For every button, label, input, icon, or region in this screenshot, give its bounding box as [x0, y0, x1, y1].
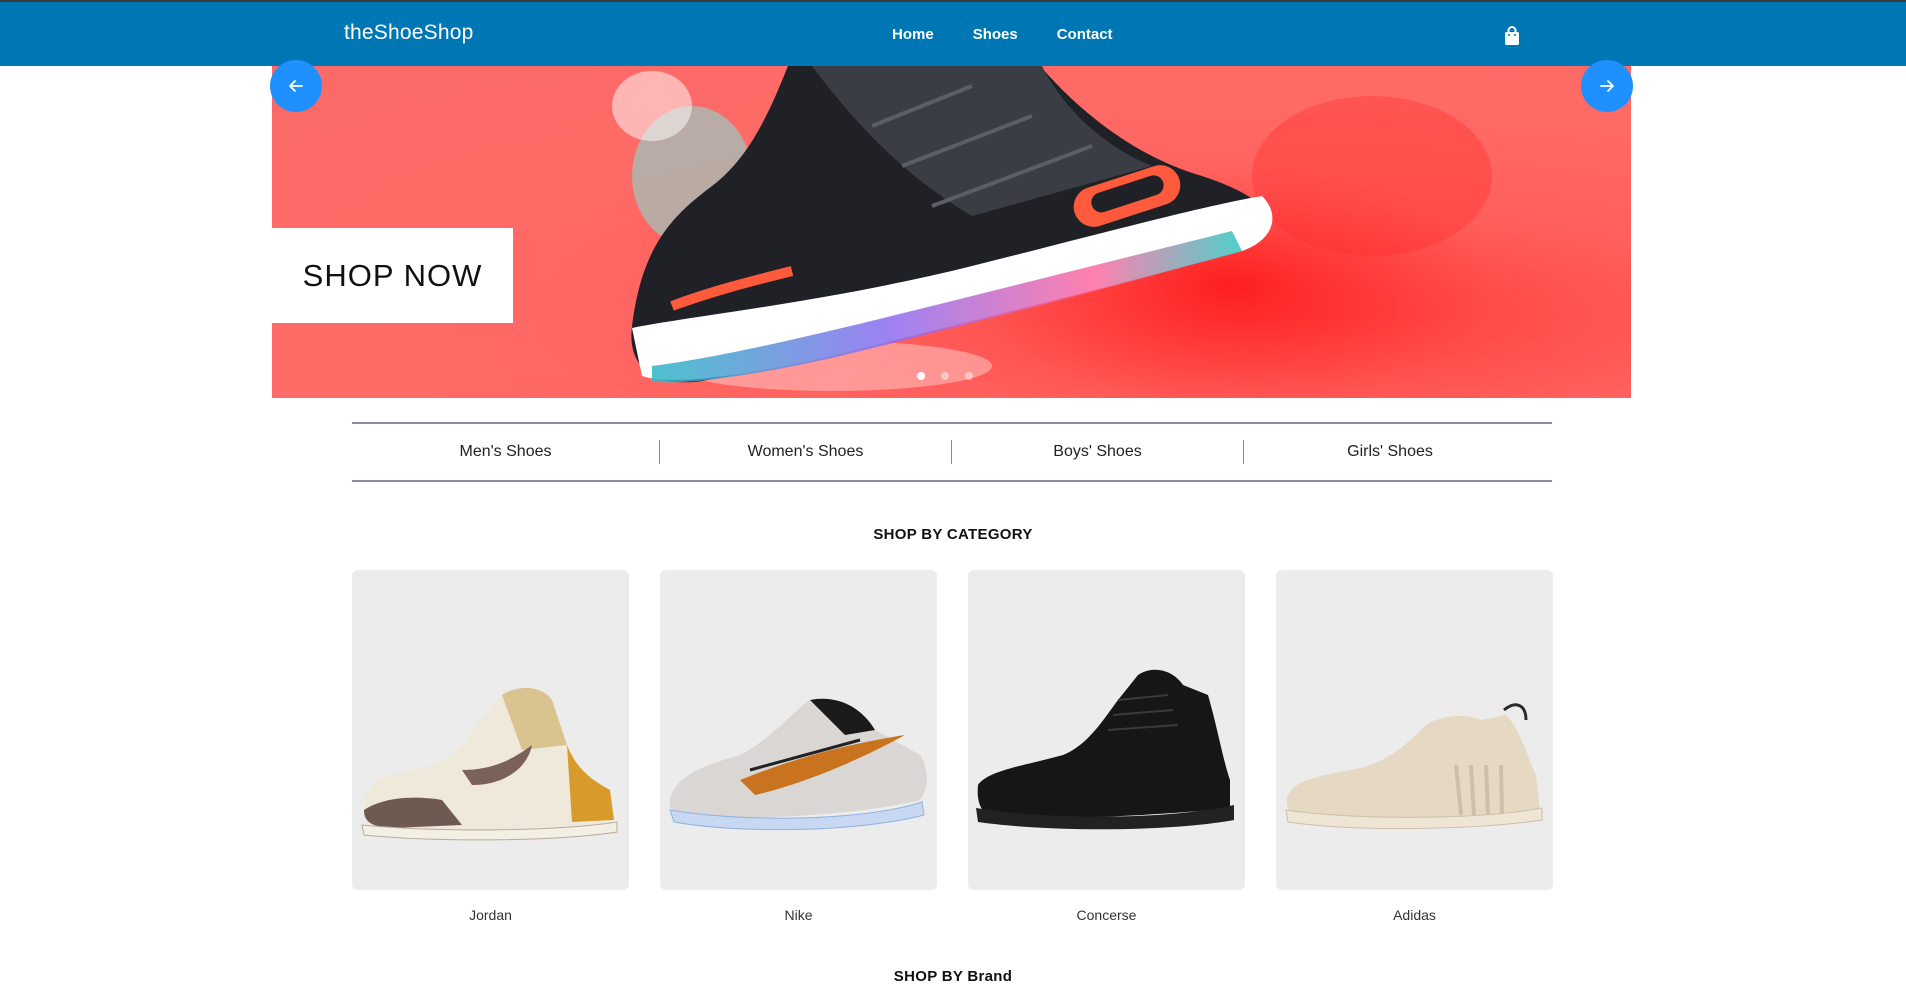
category-label-jordan: Jordan [469, 907, 512, 923]
main-nav: Home Shoes Contact [892, 26, 1152, 43]
carousel-prev-button[interactable] [270, 60, 322, 112]
category-bar: Men's Shoes Women's Shoes Boys' Shoes Gi… [352, 422, 1552, 482]
nav-link-home[interactable]: Home [892, 26, 934, 43]
navbar: theShoeShop Home Shoes Contact [0, 2, 1906, 66]
brand-logo[interactable]: theShoeShop [344, 21, 473, 45]
category-womens-shoes[interactable]: Women's Shoes [660, 440, 951, 464]
category-card-concerse[interactable] [968, 570, 1245, 890]
carousel-dots [917, 372, 973, 380]
jordan-shoe-image [361, 688, 618, 841]
shop-by-category-heading: SHOP BY CATEGORY [873, 526, 1033, 543]
category-mens-shoes[interactable]: Men's Shoes [352, 440, 659, 464]
hero-carousel: SHOP NOW [272, 66, 1631, 398]
category-label-concerse: Concerse [1076, 907, 1137, 923]
adidas-shoe-image [1285, 703, 1543, 830]
converse-shoe-image [976, 669, 1234, 830]
category-card-adidas[interactable] [1276, 570, 1553, 890]
nav-link-contact[interactable]: Contact [1057, 26, 1113, 43]
arrow-left-icon [289, 80, 303, 92]
category-card-jordan[interactable] [352, 570, 629, 890]
category-card-nike[interactable] [660, 570, 937, 890]
carousel-next-button[interactable] [1581, 60, 1633, 112]
shopping-bag-icon[interactable] [1503, 26, 1521, 46]
category-label-nike: Nike [784, 907, 813, 923]
nike-shoe-image [669, 698, 927, 831]
category-label-adidas: Adidas [1393, 907, 1436, 923]
carousel-dot-3[interactable] [965, 372, 973, 380]
carousel-dot-1[interactable] [917, 372, 925, 380]
shop-by-brand-heading: SHOP BY Brand [893, 968, 1013, 985]
arrow-right-icon [1600, 80, 1614, 92]
category-boys-shoes[interactable]: Boys' Shoes [952, 440, 1243, 464]
shop-now-button[interactable]: SHOP NOW [272, 228, 513, 323]
nav-link-shoes[interactable]: Shoes [973, 26, 1018, 43]
category-girls-shoes[interactable]: Girls' Shoes [1244, 440, 1536, 464]
carousel-dot-2[interactable] [941, 372, 949, 380]
